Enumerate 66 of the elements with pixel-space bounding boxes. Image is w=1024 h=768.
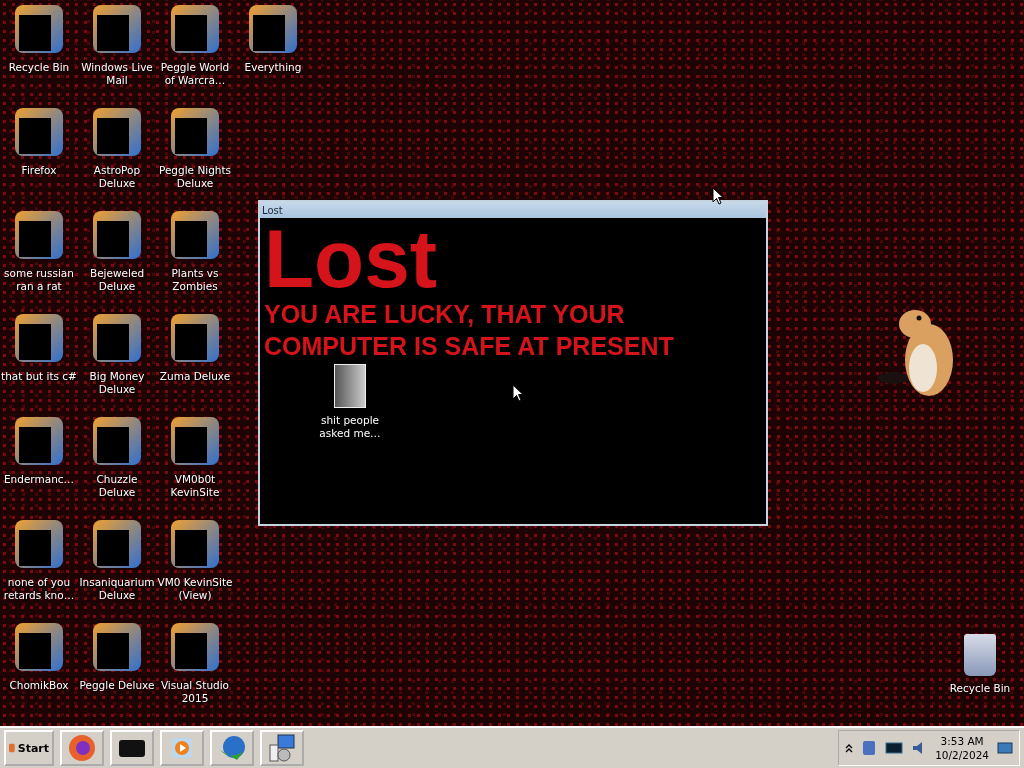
icon-label[interactable]: some russian ran a rat — [1, 267, 77, 293]
taskbar-button[interactable] — [60, 730, 104, 766]
icon-label[interactable]: Peggle World of Warcra… — [157, 61, 233, 87]
show-desktop-icon[interactable] — [997, 740, 1013, 756]
icon-label[interactable]: Big Money Deluxe — [79, 370, 155, 396]
icon-label[interactable]: Bejeweled Deluxe — [79, 267, 155, 293]
app-icon[interactable] — [15, 314, 63, 362]
cursor-icon — [512, 384, 524, 402]
icon-label[interactable]: Endermanc… — [1, 473, 77, 486]
app-icon[interactable] — [249, 5, 297, 53]
app-icon[interactable] — [171, 520, 219, 568]
app-icon[interactable] — [171, 314, 219, 362]
app-icon[interactable] — [171, 623, 219, 671]
app-icon[interactable] — [93, 314, 141, 362]
app-icon[interactable] — [15, 417, 63, 465]
monitor-icon[interactable] — [885, 741, 904, 755]
window-title: Lost — [262, 204, 283, 216]
app-icon[interactable] — [93, 211, 141, 259]
app-icon[interactable] — [15, 108, 63, 156]
icon-label[interactable]: shit people asked me… — [312, 414, 388, 440]
icon-label[interactable]: Zuma Deluxe — [157, 370, 233, 383]
device-icon — [117, 737, 147, 759]
chevron-up-icon[interactable] — [845, 743, 854, 753]
play-icon — [170, 736, 194, 760]
computer-disc-icon — [268, 733, 296, 763]
clock-time: 3:53 AM — [940, 734, 984, 748]
app-icon[interactable] — [93, 417, 141, 465]
icon-label[interactable]: Recycle Bin — [942, 682, 1018, 695]
clock-date: 10/2/2024 — [935, 748, 989, 762]
flag-icon — [9, 742, 15, 754]
icon-label[interactable]: AstroPop Deluxe — [79, 164, 155, 190]
icon-label[interactable]: Peggle Deluxe — [79, 679, 155, 692]
app-icon[interactable] — [15, 520, 63, 568]
app-icon[interactable] — [171, 211, 219, 259]
icon-label[interactable]: VM0 KevinSite (View) — [157, 576, 233, 602]
app-icon[interactable] — [93, 108, 141, 156]
icon-label[interactable]: VM0b0t KevinSite — [157, 473, 233, 499]
icon-label[interactable]: Chuzzle Deluxe — [79, 473, 155, 499]
app-icon[interactable] — [15, 211, 63, 259]
icon-label[interactable]: Visual Studio 2015 — [157, 679, 233, 705]
icon-label[interactable]: Plants vs Zombies — [157, 267, 233, 293]
app-icon[interactable] — [15, 623, 63, 671]
icon-label[interactable]: Peggle Nights Deluxe — [157, 164, 233, 190]
icon-label[interactable]: Everything — [235, 61, 311, 74]
window-heading: Lost — [264, 220, 439, 298]
icon-label[interactable]: none of you retards kno… — [1, 576, 77, 602]
warning-message: YOU ARE LUCKY, THAT YOUR COMPUTER IS SAFE AT PRESENT — [264, 299, 675, 362]
taskbar-button[interactable] — [110, 730, 154, 766]
app-icon[interactable] — [93, 520, 141, 568]
icon-label[interactable]: ChomikBox — [1, 679, 77, 692]
app-icon[interactable] — [171, 108, 219, 156]
app-icon[interactable] — [93, 623, 141, 671]
fox-globe-icon — [68, 734, 96, 762]
icon-label[interactable]: Insaniquarium Deluxe — [79, 576, 155, 602]
icon-label[interactable]: Recycle Bin — [1, 61, 77, 74]
app-icon[interactable] — [171, 5, 219, 53]
icon-label[interactable]: Firefox — [1, 164, 77, 177]
app-icon[interactable] — [15, 5, 63, 53]
taskbar-button[interactable] — [260, 730, 304, 766]
folder-icon[interactable] — [334, 364, 366, 408]
start-button[interactable]: Start — [4, 730, 54, 766]
app-icon[interactable] — [93, 5, 141, 53]
tray-icon[interactable] — [861, 740, 878, 756]
app-icon[interactable] — [171, 417, 219, 465]
icon-label[interactable]: that but its c# — [1, 370, 77, 383]
icon-label[interactable]: Windows Live Mail — [79, 61, 155, 87]
